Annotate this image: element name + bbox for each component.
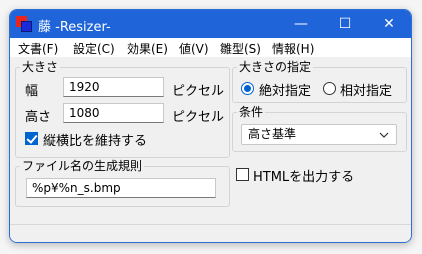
- menu-effects[interactable]: 効果(E): [127, 40, 168, 57]
- relative-radio[interactable]: [323, 82, 336, 95]
- condition-selected: 高さ基準: [248, 127, 297, 141]
- menu-bar: 文書(F) 設定(C) 効果(E) 値(V) 雛型(S) 情報(H): [10, 38, 411, 57]
- keep-ratio-checkbox[interactable]: [25, 132, 38, 145]
- height-label: 高さ: [25, 110, 52, 125]
- app-icon: [16, 16, 32, 32]
- width-label: 幅: [25, 84, 39, 99]
- filename-legend: ファイル名の生成規則: [22, 159, 143, 173]
- menu-template[interactable]: 雛型(S): [220, 40, 261, 57]
- condition-select[interactable]: 高さ基準: [241, 124, 397, 145]
- height-unit: ピクセル: [172, 110, 225, 125]
- window-title: 藤 -Resizer-: [38, 20, 111, 35]
- width-input[interactable]: 1920: [63, 77, 164, 97]
- minimize-button[interactable]: —: [279, 10, 323, 38]
- menu-info[interactable]: 情報(H): [272, 40, 314, 57]
- status-bar: [10, 224, 411, 242]
- size-group-legend: 大きさ: [22, 60, 59, 74]
- filename-input[interactable]: %p¥%n_s.bmp: [26, 178, 216, 198]
- html-output-checkbox[interactable]: [236, 168, 249, 181]
- keep-ratio-label[interactable]: 縦横比を維持する: [43, 130, 147, 149]
- condition-legend: 条件: [239, 105, 264, 119]
- relative-label[interactable]: 相対指定: [340, 80, 392, 99]
- size-spec-legend: 大きさの指定: [239, 60, 312, 74]
- menu-settings[interactable]: 設定(C): [73, 40, 115, 57]
- close-button[interactable]: ✕: [367, 10, 411, 38]
- absolute-radio[interactable]: [241, 82, 254, 95]
- absolute-label[interactable]: 絶対指定: [259, 80, 311, 99]
- chevron-down-icon: [379, 132, 389, 138]
- menu-file[interactable]: 文書(F): [18, 40, 58, 57]
- height-input[interactable]: 1080: [63, 103, 164, 123]
- title-bar[interactable]: 藤 -Resizer- — ☐ ✕: [10, 10, 411, 38]
- html-output-label[interactable]: HTMLを出力する: [253, 166, 354, 185]
- menu-value[interactable]: 値(V): [179, 40, 209, 57]
- main-window: 藤 -Resizer- — ☐ ✕ 文書(F) 設定(C) 効果(E) 値(V)…: [9, 9, 412, 243]
- width-unit: ピクセル: [172, 84, 225, 99]
- maximize-button[interactable]: ☐: [323, 10, 367, 38]
